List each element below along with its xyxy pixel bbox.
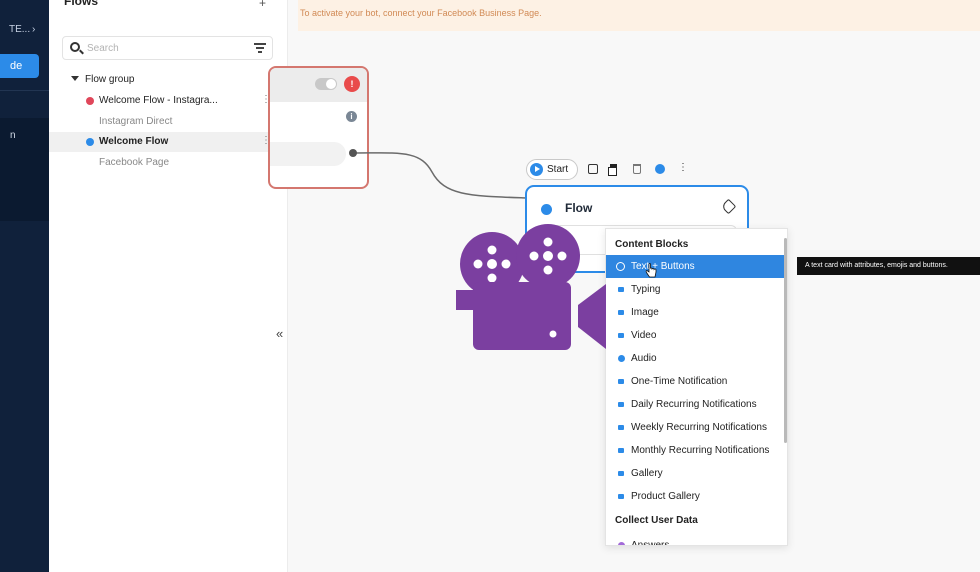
messenger-icon[interactable] (655, 164, 665, 174)
block-type-icon (618, 355, 625, 362)
block-type-icon (618, 379, 624, 384)
hand-pointer-icon (645, 263, 657, 278)
menu-item-label: Audio (631, 353, 657, 364)
menu-item-label: Product Gallery (631, 491, 700, 502)
node-toolbar: Start ⋮ (526, 159, 694, 181)
menu-item[interactable]: One-Time Notification (606, 370, 787, 393)
block-type-icon (618, 494, 624, 499)
start-label: Start (547, 164, 569, 175)
menu-item-label: Weekly Recurring Notifications (631, 422, 767, 433)
video-camera-icon (456, 224, 606, 350)
menu-item[interactable]: Gallery (606, 462, 787, 485)
menu-item[interactable]: Monthly Recurring Notifications (606, 439, 787, 462)
output-port[interactable] (349, 149, 357, 157)
menu-item-label: Daily Recurring Notifications (631, 399, 757, 410)
more-vertical-icon[interactable]: ⋮ (678, 162, 688, 173)
menu-item[interactable]: Weekly Recurring Notifications (606, 416, 787, 439)
copy-icon[interactable] (608, 164, 618, 176)
trash-icon[interactable] (633, 164, 641, 174)
tooltip: A text card with attributes, emojis and … (797, 257, 980, 275)
tag-icon[interactable] (720, 198, 737, 215)
menu-scrollbar[interactable] (784, 238, 787, 443)
block-type-icon (618, 542, 625, 545)
menu-item[interactable]: Answers (606, 534, 787, 546)
play-icon (530, 163, 543, 176)
menu-item-label: One-Time Notification (631, 376, 728, 387)
menu-item-label: Answers (631, 540, 670, 546)
menu-item[interactable]: Daily Recurring Notifications (606, 393, 787, 416)
note-icon[interactable] (588, 164, 598, 174)
menu-section-collect-user-data: Collect User Data (615, 515, 698, 526)
menu-item[interactable]: Product Gallery (606, 485, 787, 508)
block-type-icon (618, 425, 624, 430)
menu-item-label: Monthly Recurring Notifications (631, 445, 770, 456)
block-type-icon (618, 471, 624, 476)
menu-item-label: Gallery (631, 468, 663, 479)
block-type-icon (618, 448, 624, 453)
block-type-icon (618, 402, 624, 407)
start-button[interactable]: Start (526, 159, 578, 180)
flow-node-title: Flow (565, 201, 593, 215)
menu-item-label: Text + Buttons (631, 261, 695, 272)
node-type-dot (541, 204, 552, 215)
